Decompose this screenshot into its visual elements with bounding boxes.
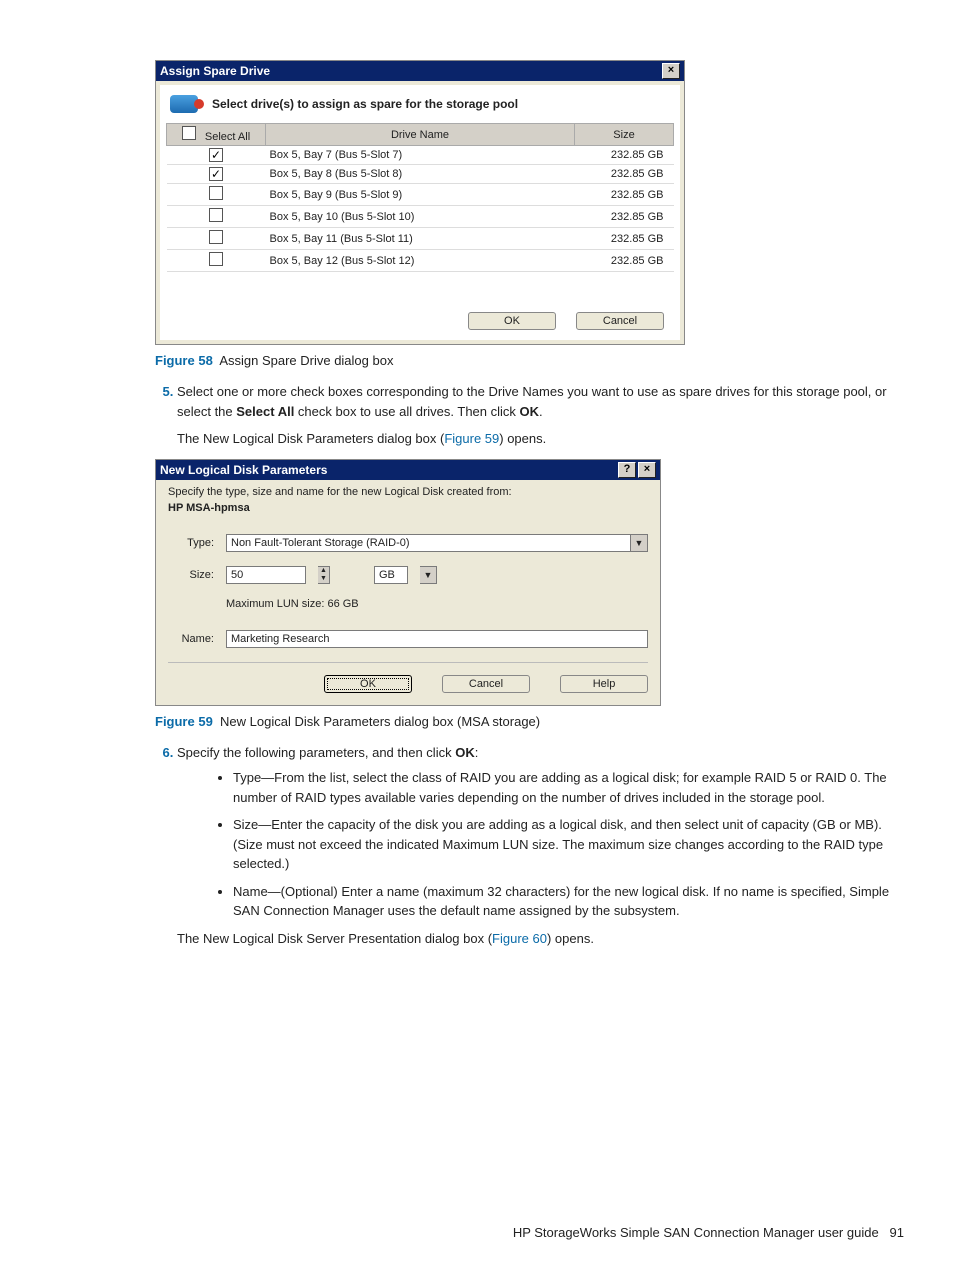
table-row: Box 5, Bay 9 (Bus 5-Slot 9)232.85 GB <box>167 184 674 206</box>
drive-name-cell: Box 5, Bay 10 (Bus 5-Slot 10) <box>266 206 575 228</box>
row-checkbox[interactable]: ✓ <box>209 167 223 181</box>
help-button[interactable]: Help <box>560 675 648 693</box>
drives-table: Select All Drive Name Size ✓ Box 5, Bay 7… <box>166 123 674 272</box>
size-cell: 232.85 GB <box>575 206 674 228</box>
close-icon[interactable]: × <box>662 63 680 79</box>
dialog2-title: New Logical Disk Parameters <box>160 463 327 477</box>
ok-button[interactable]: OK <box>468 312 556 330</box>
drive-name-cell: Box 5, Bay 7 (Bus 5-Slot 7) <box>266 146 575 165</box>
step-6: Specify the following parameters, and th… <box>177 743 904 949</box>
col-drive-name: Drive Name <box>266 124 575 146</box>
drive-icon <box>170 95 198 113</box>
new-logical-disk-dialog: New Logical Disk Parameters ? × Specify … <box>155 459 661 706</box>
chevron-down-icon[interactable]: ▼ <box>631 534 648 552</box>
row-checkbox[interactable]: ✓ <box>209 148 223 162</box>
figure-59-caption: Figure 59 New Logical Disk Parameters di… <box>155 714 904 729</box>
row-checkbox[interactable] <box>209 186 223 200</box>
row-checkbox[interactable] <box>209 208 223 222</box>
close-icon[interactable]: × <box>638 462 656 478</box>
dialog1-title: Assign Spare Drive <box>160 64 270 78</box>
drive-name-cell: Box 5, Bay 11 (Bus 5-Slot 11) <box>266 228 575 250</box>
list-item: Size—Enter the capacity of the disk you … <box>233 815 904 874</box>
size-cell: 232.85 GB <box>575 184 674 206</box>
page-footer: HP StorageWorks Simple SAN Connection Ma… <box>513 1225 904 1240</box>
step-5: Select one or more check boxes correspon… <box>177 382 904 449</box>
row-checkbox[interactable] <box>209 230 223 244</box>
chevron-down-icon[interactable]: ▼ <box>420 566 437 584</box>
select-all-checkbox[interactable] <box>182 126 196 140</box>
figure-58-caption: Figure 58 Assign Spare Drive dialog box <box>155 353 904 368</box>
table-row: ✓ Box 5, Bay 8 (Bus 5-Slot 8)232.85 GB <box>167 165 674 184</box>
dialog2-specify: Specify the type, size and name for the … <box>168 486 648 498</box>
name-input[interactable]: Marketing Research <box>226 630 648 648</box>
type-select[interactable]: Non Fault-Tolerant Storage (RAID-0) <box>226 534 631 552</box>
figure-59-link[interactable]: Figure 59 <box>444 431 499 446</box>
size-cell: 232.85 GB <box>575 146 674 165</box>
list-item: Type—From the list, select the class of … <box>233 768 904 807</box>
assign-spare-drive-dialog: Assign Spare Drive × Select drive(s) to … <box>155 60 685 345</box>
dialog1-instruction: Select drive(s) to assign as spare for t… <box>212 97 518 111</box>
name-label: Name: <box>168 633 214 645</box>
figure-60-link[interactable]: Figure 60 <box>492 931 547 946</box>
table-row: ✓ Box 5, Bay 7 (Bus 5-Slot 7)232.85 GB <box>167 146 674 165</box>
ok-button[interactable]: OK <box>324 675 412 693</box>
size-spinner[interactable]: ▲▼ <box>318 566 330 584</box>
size-input[interactable]: 50 <box>226 566 306 584</box>
cancel-button[interactable]: Cancel <box>576 312 664 330</box>
row-checkbox[interactable] <box>209 252 223 266</box>
table-row: Box 5, Bay 12 (Bus 5-Slot 12)232.85 GB <box>167 250 674 272</box>
cancel-button[interactable]: Cancel <box>442 675 530 693</box>
max-lun-text: Maximum LUN size: 66 GB <box>226 598 648 610</box>
col-select-all[interactable]: Select All <box>167 124 266 146</box>
size-cell: 232.85 GB <box>575 250 674 272</box>
help-icon[interactable]: ? <box>618 462 636 478</box>
col-size: Size <box>575 124 674 146</box>
drive-name-cell: Box 5, Bay 8 (Bus 5-Slot 8) <box>266 165 575 184</box>
table-row: Box 5, Bay 11 (Bus 5-Slot 11)232.85 GB <box>167 228 674 250</box>
list-item: Name—(Optional) Enter a name (maximum 32… <box>233 882 904 921</box>
size-cell: 232.85 GB <box>575 228 674 250</box>
size-unit-select[interactable]: GB <box>374 566 408 584</box>
dialog2-pool: HP MSA-hpmsa <box>168 502 648 514</box>
drive-name-cell: Box 5, Bay 12 (Bus 5-Slot 12) <box>266 250 575 272</box>
drive-name-cell: Box 5, Bay 9 (Bus 5-Slot 9) <box>266 184 575 206</box>
size-label: Size: <box>168 569 214 581</box>
size-cell: 232.85 GB <box>575 165 674 184</box>
type-label: Type: <box>168 537 214 549</box>
table-row: Box 5, Bay 10 (Bus 5-Slot 10)232.85 GB <box>167 206 674 228</box>
